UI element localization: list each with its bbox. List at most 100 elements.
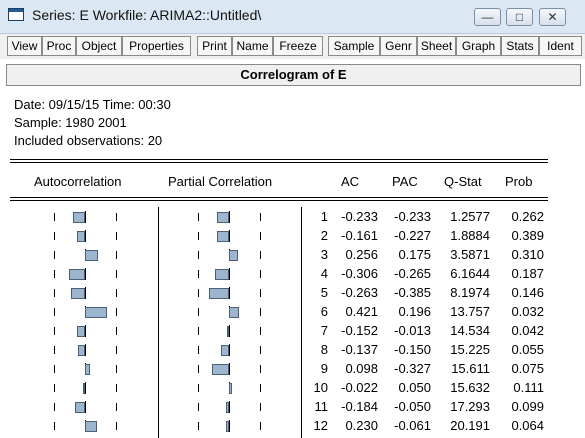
lag-cell: 1	[320, 209, 328, 224]
ac-confidence-band-left	[54, 213, 55, 221]
ac-bar	[71, 288, 85, 299]
close-icon: ✕	[547, 10, 558, 24]
ac-confidence-band-left	[54, 308, 55, 316]
lag-cell: 2	[320, 228, 328, 243]
ac-cell: -0.306	[341, 266, 378, 281]
qstat-cell: 17.293	[450, 399, 490, 414]
freeze-button[interactable]: Freeze	[273, 36, 323, 56]
pac-zero-line	[229, 363, 230, 375]
ac-confidence-band-left	[54, 251, 55, 259]
pac-confidence-band-right	[260, 213, 261, 221]
title-bar[interactable]: Series: E Workfile: ARIMA2::Untitled\ — …	[0, 0, 585, 34]
proc-button[interactable]: Proc	[42, 36, 76, 56]
pac-confidence-band-right	[260, 327, 261, 335]
lag-cell: 9	[320, 361, 328, 376]
view-button[interactable]: View	[7, 36, 42, 56]
pac-confidence-band-right	[260, 422, 261, 430]
prob-cell: 0.055	[511, 342, 544, 357]
ac-confidence-band-right	[116, 270, 117, 278]
qstat-cell: 3.5871	[450, 247, 490, 262]
pac-confidence-band-right	[260, 308, 261, 316]
pac-bar	[229, 307, 239, 318]
ac-confidence-band-left	[54, 422, 55, 430]
ac-confidence-band-right	[116, 232, 117, 240]
ac-zero-line	[85, 268, 86, 280]
ac-confidence-band-right	[116, 251, 117, 259]
prob-cell: 0.111	[513, 380, 544, 395]
ac-confidence-band-right	[116, 422, 117, 430]
pac-cell: -0.013	[394, 323, 431, 338]
prob-cell: 0.262	[511, 209, 544, 224]
lag-cell: 4	[320, 266, 328, 281]
sheet-button[interactable]: Sheet	[417, 36, 456, 56]
ac-cell: -0.263	[341, 285, 378, 300]
ac-bar	[77, 326, 85, 337]
graph-button[interactable]: Graph	[456, 36, 501, 56]
ac-confidence-band-left	[54, 346, 55, 354]
ac-zero-line	[85, 287, 86, 299]
pac-confidence-band-left	[198, 251, 199, 259]
correlogram-view[interactable]: Correlogram of E Date: 09/15/15 Time: 00…	[0, 59, 585, 438]
ac-bar	[85, 307, 107, 318]
object-button[interactable]: Object	[76, 36, 122, 56]
ac-confidence-band-right	[116, 308, 117, 316]
ac-zero-line	[85, 325, 86, 337]
genr-button[interactable]: Genr	[380, 36, 417, 56]
pac-cell: 0.196	[398, 304, 431, 319]
minimize-button[interactable]: —	[474, 8, 501, 26]
qstat-cell: 20.191	[450, 418, 490, 433]
ac-confidence-band-right	[116, 289, 117, 297]
prob-cell: 0.389	[511, 228, 544, 243]
ac-confidence-band-right	[116, 346, 117, 354]
prob-cell: 0.310	[511, 247, 544, 262]
pac-confidence-band-left	[198, 270, 199, 278]
ac-cell: -0.184	[341, 399, 378, 414]
sample-button[interactable]: Sample	[328, 36, 380, 56]
ac-bar	[83, 383, 85, 394]
pac-confidence-band-left	[198, 327, 199, 335]
divider	[10, 197, 548, 198]
header-prob: Prob	[505, 174, 533, 189]
column-separator	[158, 207, 159, 438]
observations-line: Included observations: 20	[14, 133, 163, 148]
close-button[interactable]: ✕	[539, 8, 566, 26]
window-icon	[8, 8, 24, 21]
ac-confidence-band-right	[116, 403, 117, 411]
pac-confidence-band-left	[198, 365, 199, 373]
qstat-cell: 6.1644	[450, 266, 490, 281]
pac-bar	[217, 212, 229, 223]
properties-button[interactable]: Properties	[122, 36, 191, 56]
pac-confidence-band-right	[260, 403, 261, 411]
ac-zero-line	[85, 344, 86, 356]
pac-confidence-band-right	[260, 232, 261, 240]
name-button[interactable]: Name	[232, 36, 273, 56]
pac-zero-line	[229, 268, 230, 280]
qstat-cell: 15.611	[451, 361, 490, 376]
pac-cell: -0.327	[394, 361, 431, 376]
header-qstat: Q-Stat	[444, 174, 482, 189]
qstat-cell: 8.1974	[450, 285, 490, 300]
pac-zero-line	[229, 287, 230, 299]
ac-cell: -0.233	[341, 209, 378, 224]
lag-cell: 5	[320, 285, 328, 300]
divider	[10, 159, 548, 160]
prob-cell: 0.042	[511, 323, 544, 338]
print-button[interactable]: Print	[197, 36, 232, 56]
pac-bar	[221, 345, 229, 356]
stats-button[interactable]: Stats	[501, 36, 539, 56]
ident-button[interactable]: Ident	[539, 36, 582, 56]
pac-cell: 0.175	[398, 247, 431, 262]
prob-cell: 0.187	[511, 266, 544, 281]
ac-confidence-band-left	[54, 403, 55, 411]
pac-confidence-band-left	[198, 308, 199, 316]
ac-confidence-band-right	[116, 213, 117, 221]
pac-confidence-band-left	[198, 289, 199, 297]
ac-confidence-band-right	[116, 327, 117, 335]
date-line: Date: 09/15/15 Time: 00:30	[14, 97, 171, 112]
pac-zero-line	[229, 325, 230, 337]
maximize-button[interactable]: □	[506, 8, 533, 26]
qstat-cell: 15.632	[450, 380, 490, 395]
ac-confidence-band-left	[54, 384, 55, 392]
ac-zero-line	[85, 211, 86, 223]
pac-cell: -0.233	[394, 209, 431, 224]
